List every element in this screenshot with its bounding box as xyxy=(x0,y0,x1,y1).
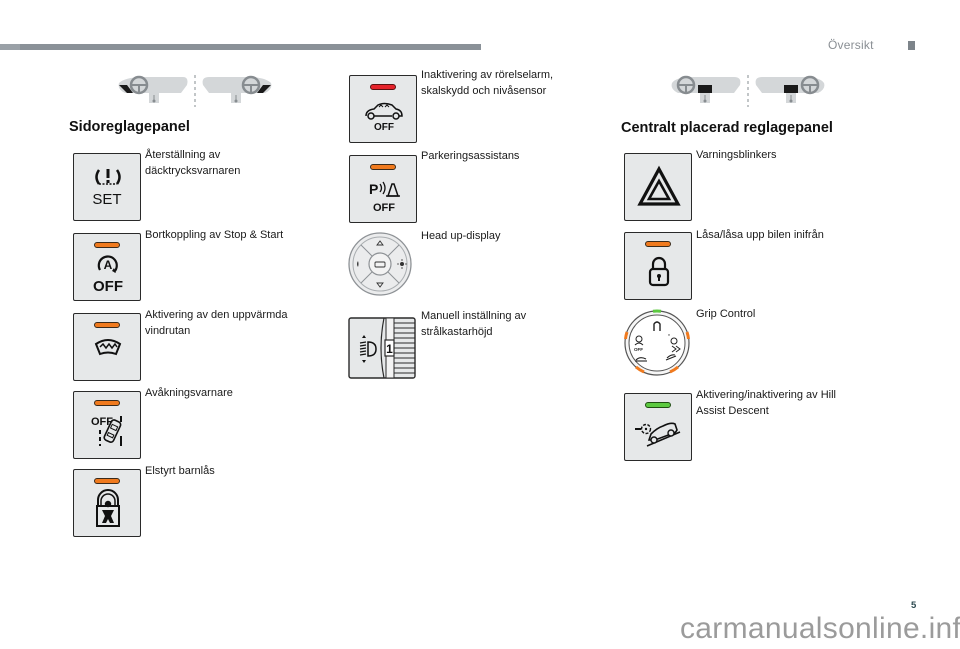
section-title: Översikt xyxy=(828,38,874,52)
label-line: Manuell inställning av xyxy=(421,310,527,322)
svg-text:A: A xyxy=(104,258,113,272)
page-number: 5 xyxy=(911,600,917,611)
label-line: vindrutan xyxy=(145,324,191,337)
central-lock-icon xyxy=(648,256,670,287)
label-line: skalskydd och nivåsensor xyxy=(421,84,547,97)
label-line: strålkastarhöjd xyxy=(421,325,493,338)
hill-assist-descent-button[interactable] xyxy=(624,393,692,461)
tyre-pressure-set-icon xyxy=(95,169,121,185)
lane-departure-label: Avåkningsvarnare xyxy=(145,386,233,402)
head-up-display-label: Head up-display xyxy=(421,229,501,245)
side-panel-location-diagram xyxy=(115,73,275,107)
label-line: Avåkningsvarnare xyxy=(145,387,233,399)
stop-start-off-button[interactable]: A OFF xyxy=(73,233,141,301)
grip-control-dial[interactable]: OFF * xyxy=(622,309,692,382)
stop-start-label: Bortkoppling av Stop & Start xyxy=(145,228,283,244)
label-line: Aktivering av den uppvärmda xyxy=(145,309,288,321)
grip-control-dial-icon: OFF * xyxy=(624,309,690,376)
svg-text:P: P xyxy=(369,181,378,197)
heated-windscreen-button[interactable] xyxy=(73,313,141,381)
hazard-warning-label: Varningsblinkers xyxy=(696,148,777,164)
central-panel-heading: Centralt placerad reglagepanel xyxy=(621,120,833,136)
label-line: Head up-display xyxy=(421,230,501,242)
label-line: Bortkoppling av Stop & Start xyxy=(145,229,284,241)
label-line: Låsa/låsa upp bilen inifrån xyxy=(696,229,824,241)
park-assist-off-button[interactable]: P OFF xyxy=(349,155,417,223)
child-lock-icon xyxy=(96,489,120,527)
lane-departure-off-icon: OFF xyxy=(91,416,122,446)
hazard-warning-icon xyxy=(637,165,681,206)
label-line: Assist Descent xyxy=(696,404,769,417)
child-lock-button[interactable] xyxy=(73,469,141,537)
svg-text:OFF: OFF xyxy=(93,278,123,295)
heated-windscreen-icon xyxy=(94,339,122,356)
alarm-off-button[interactable]: OFF xyxy=(349,75,417,143)
tyre-pressure-reset-button[interactable]: SET xyxy=(73,153,141,221)
svg-text:*: * xyxy=(668,334,670,340)
label-line: Inaktivering av rörelselarm, xyxy=(421,69,554,81)
tyre-pressure-label: Återställning av däcktrycksvarnaren xyxy=(145,148,240,179)
label-line: Parkeringsassistans xyxy=(421,150,520,162)
label-line: Elstyrt barnlås xyxy=(145,465,215,477)
central-panel-location-diagram xyxy=(668,73,828,107)
headlamp-height-dial-icon: 1 xyxy=(348,317,416,379)
svg-text:OFF: OFF xyxy=(373,202,395,214)
headlamp-height-label: Manuell inställning av strålkastarhöjd xyxy=(421,309,526,340)
label-line: Varningsblinkers xyxy=(696,149,777,161)
hazard-warning-button[interactable] xyxy=(624,153,692,221)
watermark: carmanualsonline.info xyxy=(680,612,960,645)
headlamp-height-dial[interactable]: 1 xyxy=(348,316,416,385)
head-up-display-control[interactable] xyxy=(347,231,413,302)
park-assist-off-icon: P OFF xyxy=(369,181,400,214)
svg-text:OFF: OFF xyxy=(374,122,394,133)
side-panel-heading: Sidoreglagepanel xyxy=(69,119,190,135)
section-marker xyxy=(908,41,915,50)
hill-descent-icon xyxy=(635,422,681,447)
set-text: SET xyxy=(92,191,122,208)
alarm-off-icon: OFF xyxy=(365,102,403,133)
section-progress-bar xyxy=(0,44,481,50)
svg-text:OFF: OFF xyxy=(634,347,643,352)
label-line: däcktrycksvarnaren xyxy=(145,164,241,177)
central-lock-button[interactable] xyxy=(624,232,692,300)
label-line: Återställning av xyxy=(145,149,221,161)
grip-control-label: Grip Control xyxy=(696,307,755,323)
hill-assist-descent-label: Aktivering/inaktivering av Hill Assist D… xyxy=(696,388,836,419)
svg-text:1: 1 xyxy=(386,342,393,356)
alarm-off-label: Inaktivering av rörelselarm, skalskydd o… xyxy=(421,68,553,99)
head-up-display-control-icon xyxy=(348,232,412,296)
stop-start-off-icon: A OFF xyxy=(93,255,123,295)
label-line: Grip Control xyxy=(696,308,756,320)
central-lock-label: Låsa/låsa upp bilen inifrån xyxy=(696,228,824,244)
child-lock-label: Elstyrt barnlås xyxy=(145,464,215,480)
park-assist-label: Parkeringsassistans xyxy=(421,149,519,165)
heated-windscreen-label: Aktivering av den uppvärmda vindrutan xyxy=(145,308,287,339)
label-line: Aktivering/inaktivering av Hill xyxy=(696,389,836,401)
lane-departure-off-button[interactable]: OFF xyxy=(73,391,141,459)
